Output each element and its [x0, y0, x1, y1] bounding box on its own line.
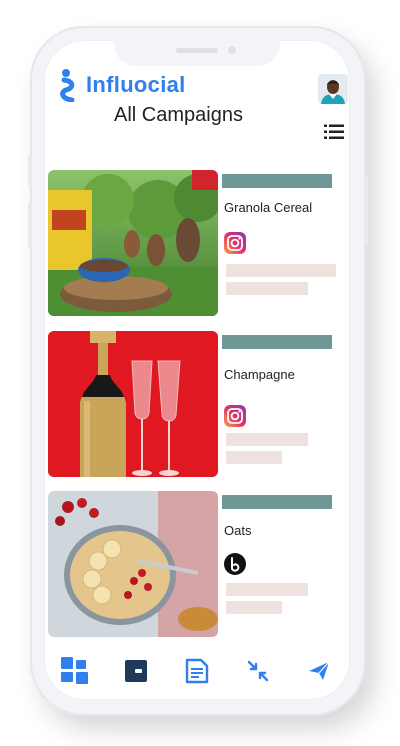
placeholder-line	[226, 264, 336, 277]
influocial-logo-icon	[60, 69, 75, 102]
phone-notch	[114, 40, 280, 66]
page-title: All Campaigns	[114, 104, 243, 126]
nav-documents[interactable]	[182, 656, 212, 686]
dashboard-icon	[60, 657, 88, 684]
campaign-header-bar	[222, 174, 332, 188]
instagram-icon[interactable]	[224, 405, 246, 427]
avatar[interactable]	[318, 74, 348, 104]
nav-dashboard[interactable]	[60, 656, 90, 686]
campaign-title[interactable]: Oats	[224, 523, 251, 538]
campaign-header-bar	[222, 335, 332, 349]
nav-wallet[interactable]	[121, 656, 151, 686]
phone-side-button	[28, 156, 32, 186]
placeholder-line	[226, 433, 308, 446]
campaign-card[interactable]: Oats	[48, 491, 344, 637]
phone-side-button	[28, 202, 32, 248]
placeholder-line	[226, 601, 282, 614]
placeholder-line	[226, 583, 308, 596]
front-camera	[228, 46, 236, 54]
speaker-grille	[176, 48, 218, 53]
compress-arrows-icon	[247, 660, 269, 682]
campaign-title[interactable]: Champagne	[224, 367, 295, 382]
campaign-header-bar	[222, 495, 332, 509]
phone-side-button	[364, 176, 368, 246]
instagram-icon[interactable]	[224, 232, 246, 254]
placeholder-line	[226, 282, 308, 295]
tiktok-style-icon[interactable]	[224, 553, 246, 575]
campaign-image-oats[interactable]	[48, 491, 218, 637]
campaign-card[interactable]: Granola Cereal	[48, 170, 344, 316]
send-icon	[309, 661, 330, 680]
wallet-icon	[124, 660, 147, 682]
campaign-title[interactable]: Granola Cereal	[224, 200, 312, 215]
placeholder-line	[226, 451, 282, 464]
phone-screen: Influocial All Campaigns Granola Cereal …	[44, 40, 350, 700]
nav-send[interactable]	[304, 656, 334, 686]
campaign-card[interactable]: Champagne	[48, 331, 344, 477]
document-icon	[185, 658, 209, 684]
nav-compress[interactable]	[243, 656, 273, 686]
brand-name[interactable]: Influocial	[86, 72, 186, 98]
menu-icon[interactable]	[324, 124, 344, 140]
bottom-nav	[44, 648, 350, 694]
campaign-image-champagne[interactable]	[48, 331, 218, 477]
campaign-image-granola[interactable]	[48, 170, 218, 316]
